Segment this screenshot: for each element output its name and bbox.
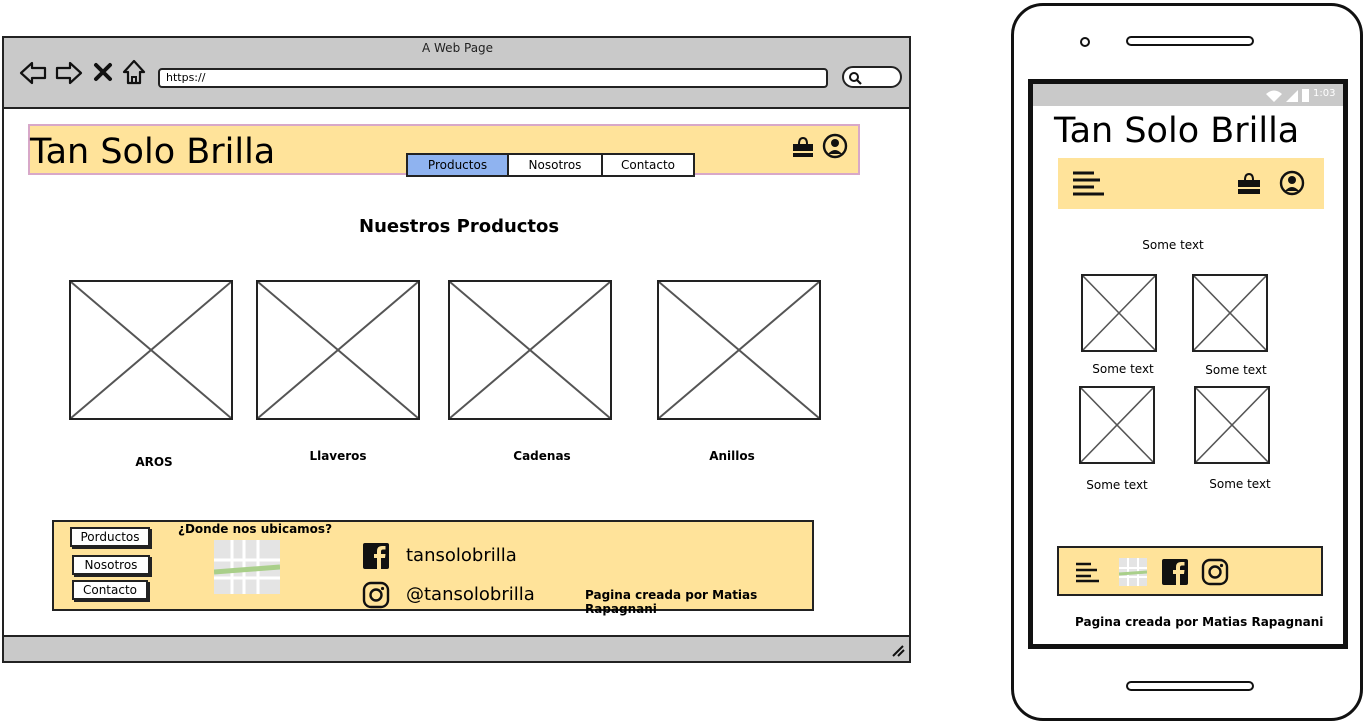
browser-search-button[interactable] — [842, 66, 902, 88]
product-caption-cadenas: Cadenas — [513, 449, 571, 463]
resize-grip-icon[interactable] — [890, 643, 906, 657]
mobile-footer-credit: Pagina creada por Matias Rapagnani — [1075, 615, 1324, 629]
user-icon[interactable] — [821, 132, 849, 160]
mobile-shopping-bag-icon[interactable] — [1236, 170, 1262, 196]
phone-status-bar: 1:03 — [1033, 84, 1343, 106]
close-icon[interactable] — [93, 62, 113, 82]
phone-speaker — [1126, 36, 1254, 46]
forward-arrow-icon[interactable] — [54, 60, 84, 86]
product-caption-llaveros: Llaveros — [309, 449, 367, 463]
instagram-handle[interactable]: @tansolobrilla — [406, 584, 535, 605]
mobile-footer — [1057, 546, 1323, 596]
back-arrow-icon[interactable] — [18, 60, 48, 86]
product-image-cadenas[interactable] — [448, 280, 612, 420]
url-input[interactable]: https:// — [158, 68, 828, 88]
browser-toolbar: A Web Page https:// — [4, 38, 909, 109]
site-footer: Porductos Nosotros Contacto ¿Donde nos u… — [52, 520, 814, 616]
signal-icon — [1286, 90, 1298, 102]
phone-screen: 1:03 Tan Solo Brilla Some text Some text… — [1028, 79, 1348, 649]
main-nav: Productos Nosotros Contacto — [406, 153, 695, 177]
status-time: 1:03 — [1313, 88, 1336, 99]
site-logo[interactable]: Tan Solo Brilla — [30, 132, 275, 172]
facebook-icon[interactable] — [362, 542, 390, 570]
mobile-header — [1058, 158, 1324, 209]
phone-camera — [1080, 37, 1090, 47]
nav-nosotros[interactable]: Nosotros — [509, 155, 603, 175]
section-title: Nuestros Productos — [359, 216, 560, 237]
product-image-llaveros[interactable] — [256, 280, 420, 420]
product-caption-anillos: Anillos — [709, 449, 755, 463]
url-text: https:// — [166, 71, 206, 84]
browser-status-bar — [4, 635, 909, 661]
product-image-anillos[interactable] — [657, 280, 821, 420]
product-caption-aros: AROS — [135, 455, 173, 469]
nav-contacto[interactable]: Contacto — [603, 155, 693, 175]
browser-window: A Web Page https:// Tan Solo Brilla Prod — [2, 36, 911, 663]
mobile-map-icon[interactable] — [1119, 558, 1147, 586]
mobile-product-image-2[interactable] — [1192, 274, 1268, 352]
footer-link-nosotros[interactable]: Nosotros — [72, 555, 150, 575]
footer-link-productos[interactable]: Porductos — [70, 527, 150, 547]
mobile-product-caption-4: Some text — [1209, 477, 1271, 491]
mobile-instagram-icon[interactable] — [1201, 558, 1229, 586]
mobile-facebook-icon[interactable] — [1161, 558, 1189, 586]
home-icon[interactable] — [120, 58, 148, 86]
mobile-product-image-3[interactable] — [1079, 386, 1155, 464]
window-title: A Web Page — [422, 41, 494, 55]
mobile-footer-menu-icon[interactable] — [1075, 561, 1101, 583]
mobile-intro-text: Some text — [1142, 238, 1204, 252]
search-icon — [849, 72, 862, 85]
nav-productos[interactable]: Productos — [408, 155, 509, 175]
product-image-aros[interactable] — [69, 280, 233, 420]
facebook-handle[interactable]: tansolobrilla — [406, 545, 517, 566]
battery-icon — [1302, 89, 1309, 102]
map-icon[interactable] — [214, 540, 280, 594]
mobile-logo[interactable]: Tan Solo Brilla — [1054, 111, 1299, 151]
shopping-bag-icon[interactable] — [790, 134, 816, 160]
mobile-product-caption-1: Some text — [1092, 362, 1154, 376]
mobile-product-caption-2: Some text — [1205, 363, 1267, 377]
mobile-user-icon[interactable] — [1278, 169, 1306, 197]
instagram-icon[interactable] — [362, 581, 390, 609]
mobile-product-caption-3: Some text — [1086, 478, 1148, 492]
footer-link-contacto[interactable]: Contacto — [72, 580, 148, 600]
mobile-product-image-4[interactable] — [1194, 386, 1270, 464]
footer-credit: Pagina creada por Matias Rapagnani — [585, 588, 758, 616]
phone-home-button[interactable] — [1126, 681, 1254, 691]
site-header: Tan Solo Brilla Productos Nosotros Conta… — [28, 124, 860, 177]
mobile-product-image-1[interactable] — [1081, 274, 1157, 352]
hamburger-menu-icon[interactable] — [1072, 170, 1106, 196]
phone-frame: 1:03 Tan Solo Brilla Some text Some text… — [1011, 3, 1363, 721]
location-title: ¿Donde nos ubicamos? — [178, 522, 333, 536]
wifi-icon — [1266, 90, 1282, 102]
